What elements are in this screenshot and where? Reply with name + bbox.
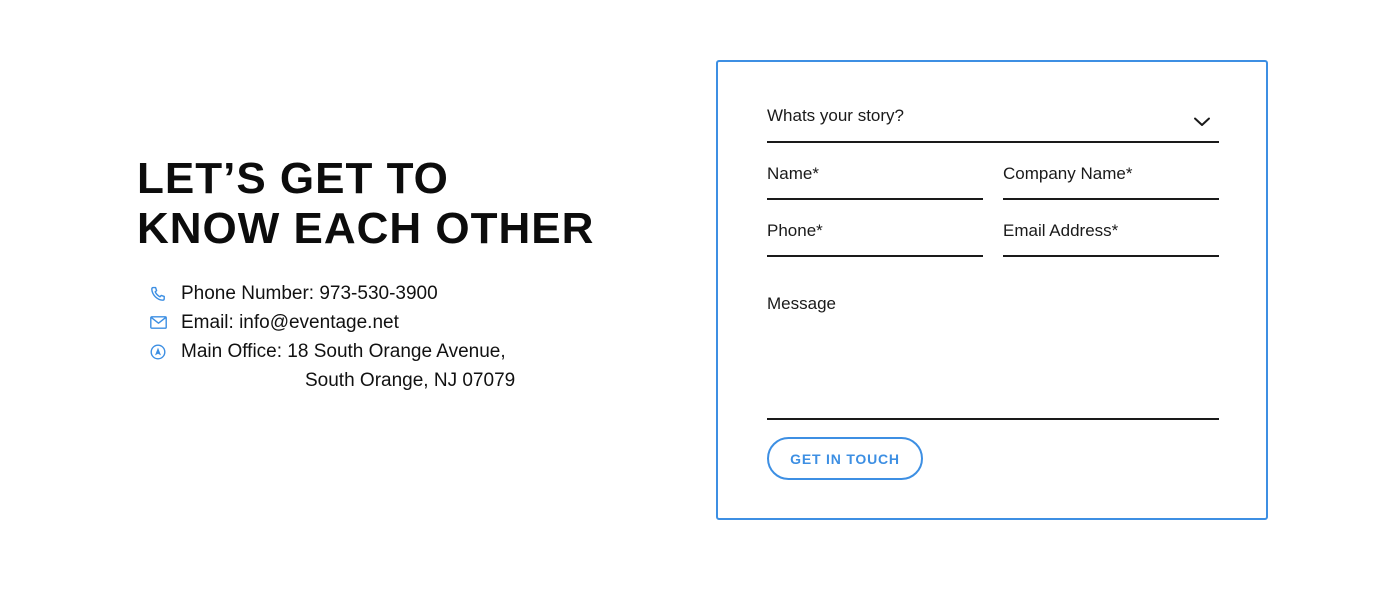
contact-phone-row: Phone Number: 973-530-3900 xyxy=(148,280,608,309)
phone-field[interactable]: Phone* xyxy=(767,212,983,257)
page-title-line-2: KNOW EACH OTHER xyxy=(137,204,595,253)
phone-icon xyxy=(148,280,168,307)
name-field[interactable]: Name* xyxy=(767,155,983,200)
message-field[interactable]: Message xyxy=(767,287,1219,420)
get-in-touch-button[interactable]: GET IN TOUCH xyxy=(767,437,923,480)
email-field[interactable]: Email Address* xyxy=(1003,212,1219,257)
contact-office-line-1: Main Office: 18 South Orange Avenue, xyxy=(181,341,506,362)
contact-email-text: Email: info@eventage.net xyxy=(181,312,399,333)
location-icon xyxy=(148,338,168,365)
chevron-down-icon xyxy=(1193,113,1211,126)
page-title: LET’S GET TO KNOW EACH OTHER xyxy=(137,154,617,254)
contact-email-row: Email: info@eventage.net xyxy=(148,309,608,338)
story-select[interactable]: Whats your story? xyxy=(767,95,1219,143)
contact-form: Whats your story? Name* Company Name* Ph… xyxy=(716,60,1268,520)
mail-icon xyxy=(148,309,168,336)
page-title-line-1: LET’S GET TO xyxy=(137,154,449,203)
contact-section: LET’S GET TO KNOW EACH OTHER Phone Numbe… xyxy=(0,0,1386,590)
contact-office-line-2: South Orange, NJ 07079 xyxy=(305,370,516,391)
message-field-label: Message xyxy=(767,294,836,313)
contact-office-row: Main Office: 18 South Orange Avenue, xyxy=(148,338,608,367)
company-name-field[interactable]: Company Name* xyxy=(1003,155,1219,200)
phone-field-label: Phone* xyxy=(767,221,823,240)
story-select-label: Whats your story? xyxy=(767,106,904,125)
company-name-field-label: Company Name* xyxy=(1003,164,1133,183)
email-field-label: Email Address* xyxy=(1003,221,1119,240)
name-field-label: Name* xyxy=(767,164,819,183)
contact-info-list: Phone Number: 973-530-3900 Email: info@e… xyxy=(148,280,608,396)
contact-phone-text: Phone Number: 973-530-3900 xyxy=(181,283,438,304)
